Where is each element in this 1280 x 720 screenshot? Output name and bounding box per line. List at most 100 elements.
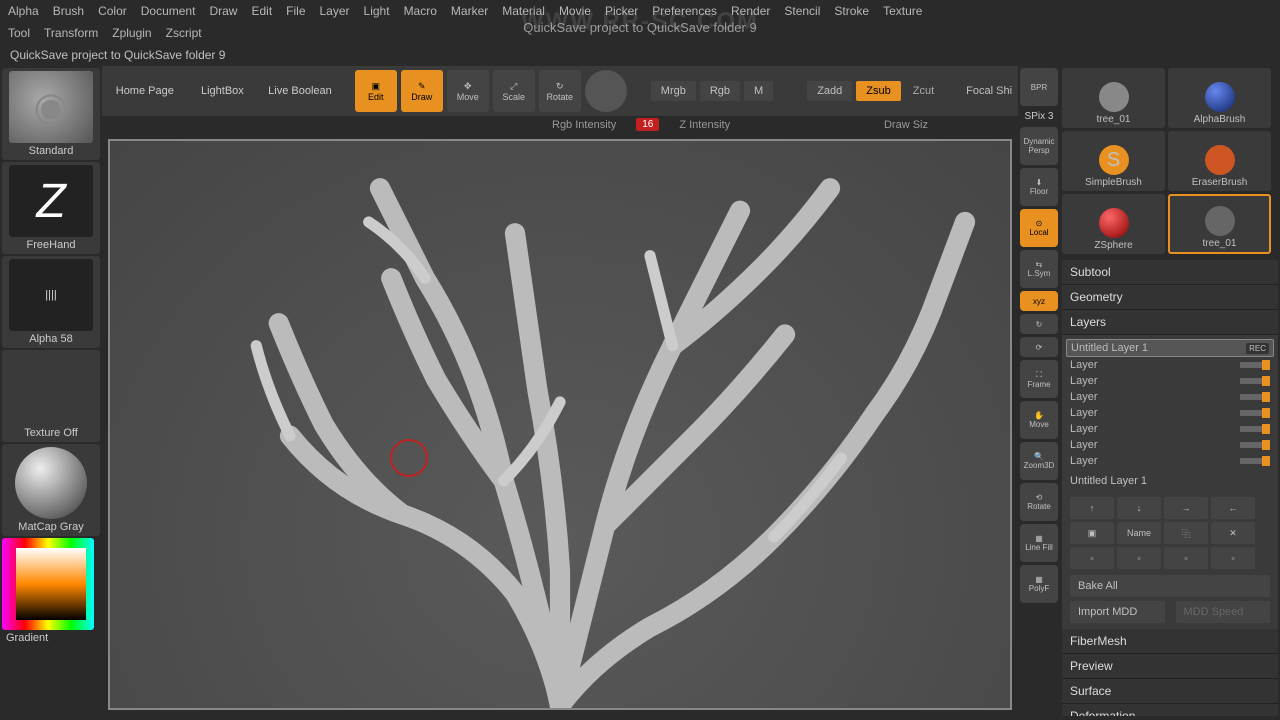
polyf-icon: ▦ bbox=[1035, 575, 1043, 584]
gradient-label[interactable]: Gradient bbox=[2, 632, 100, 644]
menu-tool[interactable]: Tool bbox=[8, 26, 30, 40]
menu-file[interactable]: File bbox=[286, 4, 305, 18]
lsym-button[interactable]: ⇆L.Sym bbox=[1020, 250, 1058, 288]
draw-button[interactable]: ✎Draw bbox=[401, 70, 443, 112]
xyz-button[interactable]: xyz bbox=[1020, 291, 1058, 311]
layer-del[interactable]: ✕ bbox=[1211, 522, 1255, 544]
move-viewport-button[interactable]: ✋Move bbox=[1020, 401, 1058, 439]
polyf-button[interactable]: ▦PolyF bbox=[1020, 565, 1058, 603]
layer-opt1[interactable]: ▫ bbox=[1070, 547, 1114, 569]
liveboolean-button[interactable]: Live Boolean bbox=[263, 77, 337, 105]
layer-item[interactable]: Layer bbox=[1066, 389, 1274, 405]
swatch-tree01[interactable]: tree_01 bbox=[1062, 68, 1165, 128]
layer-item[interactable]: Layer bbox=[1066, 373, 1274, 389]
m-button[interactable]: M bbox=[744, 81, 773, 101]
zcut-button[interactable]: Zcut bbox=[905, 81, 942, 101]
sym-icon: ⇆ bbox=[1036, 260, 1043, 269]
layer-opt3[interactable]: ▫ bbox=[1164, 547, 1208, 569]
menu-zplugin[interactable]: Zplugin bbox=[112, 26, 151, 40]
swatch-zsphere[interactable]: ZSphere bbox=[1062, 194, 1165, 254]
viewport[interactable] bbox=[108, 139, 1012, 710]
rotate-viewport-button[interactable]: ⟲Rotate bbox=[1020, 483, 1058, 521]
menu-draw[interactable]: Draw bbox=[209, 4, 237, 18]
mdd-speed-button[interactable]: MDD Speed bbox=[1176, 601, 1271, 623]
layer-dup[interactable]: ⿻ bbox=[1164, 522, 1208, 544]
linefill-button[interactable]: ▦Line Fill bbox=[1020, 524, 1058, 562]
home-page-button[interactable]: Home Page bbox=[108, 77, 182, 105]
floor-button[interactable]: ⬇Floor bbox=[1020, 168, 1058, 206]
spix-label[interactable]: SPix 3 bbox=[1020, 109, 1058, 124]
menu-transform[interactable]: Transform bbox=[44, 26, 98, 40]
color-picker[interactable] bbox=[2, 538, 94, 630]
fibermesh-panel[interactable]: FiberMesh bbox=[1062, 629, 1278, 654]
lightbox-button[interactable]: LightBox bbox=[186, 77, 260, 105]
material-selector[interactable]: MatCap Gray bbox=[2, 444, 100, 536]
bpr-button[interactable]: BPR bbox=[1020, 68, 1058, 106]
local-button[interactable]: ⊙Local bbox=[1020, 209, 1058, 247]
subtool-panel[interactable]: Subtool bbox=[1062, 260, 1278, 285]
layer-name-button[interactable]: Name bbox=[1117, 522, 1161, 544]
layer-nav-down[interactable]: ↓ bbox=[1117, 497, 1161, 519]
refresh-button[interactable]: ⟳ bbox=[1020, 337, 1058, 357]
menu-macro[interactable]: Macro bbox=[404, 4, 437, 18]
layer-opt4[interactable]: ▫ bbox=[1211, 547, 1255, 569]
zoom3d-button[interactable]: 🔍Zoom3D bbox=[1020, 442, 1058, 480]
dynamic-button[interactable]: DynamicPersp bbox=[1020, 127, 1058, 165]
layer-item[interactable]: Layer bbox=[1066, 453, 1274, 469]
layer-nav-back[interactable]: ← bbox=[1211, 497, 1255, 519]
edit-button[interactable]: ▣Edit bbox=[355, 70, 397, 112]
geometry-panel[interactable]: Geometry bbox=[1062, 285, 1278, 310]
swatch-alphabrush[interactable]: AlphaBrush bbox=[1168, 68, 1271, 128]
swatch-tree01-selected[interactable]: tree_01 bbox=[1168, 194, 1271, 254]
preview-panel[interactable]: Preview bbox=[1062, 654, 1278, 679]
layer-opt2[interactable]: ▫ bbox=[1117, 547, 1161, 569]
alpha-selector[interactable]: |||| Alpha 58 bbox=[2, 256, 100, 348]
menu-edit[interactable]: Edit bbox=[251, 4, 272, 18]
menu-brush[interactable]: Brush bbox=[53, 4, 84, 18]
rgb-button[interactable]: Rgb bbox=[700, 81, 740, 101]
layer-item[interactable]: Layer bbox=[1066, 405, 1274, 421]
menu-texture[interactable]: Texture bbox=[883, 4, 922, 18]
scale-button[interactable]: ⤢Scale bbox=[493, 70, 535, 112]
watermark: WWW.RR-SC.COM bbox=[521, 8, 759, 36]
axis-button[interactable]: ↻ bbox=[1020, 314, 1058, 334]
import-mdd-button[interactable]: Import MDD bbox=[1070, 601, 1165, 623]
menu-light[interactable]: Light bbox=[364, 4, 390, 18]
surface-panel[interactable]: Surface bbox=[1062, 679, 1278, 704]
brush-selector[interactable]: ◉ Standard bbox=[2, 68, 100, 160]
layer-item[interactable]: Layer bbox=[1066, 357, 1274, 373]
rgb-intensity-label[interactable]: Rgb Intensity bbox=[552, 119, 616, 131]
zadd-button[interactable]: Zadd bbox=[807, 81, 852, 101]
frame-button[interactable]: ⛶Frame bbox=[1020, 360, 1058, 398]
layers-panel-header[interactable]: Layers bbox=[1062, 310, 1278, 335]
layer-new[interactable]: ▣ bbox=[1070, 522, 1114, 544]
menu-color[interactable]: Color bbox=[98, 4, 127, 18]
layer-item[interactable]: Layer bbox=[1066, 437, 1274, 453]
menu-stencil[interactable]: Stencil bbox=[784, 4, 820, 18]
layer-nav-fwd[interactable]: → bbox=[1164, 497, 1208, 519]
swatch-simplebrush[interactable]: SSimpleBrush bbox=[1062, 131, 1165, 191]
brush-cursor bbox=[390, 439, 428, 477]
layer-item[interactable]: Layer bbox=[1066, 421, 1274, 437]
menu-zscript[interactable]: Zscript bbox=[166, 26, 202, 40]
menu-layer[interactable]: Layer bbox=[320, 4, 350, 18]
layer-nav-up[interactable]: ↑ bbox=[1070, 497, 1114, 519]
deformation-panel[interactable]: Deformation bbox=[1062, 704, 1278, 716]
zsub-button[interactable]: Zsub bbox=[856, 81, 900, 101]
draw-size-label[interactable]: Draw Siz bbox=[884, 119, 928, 131]
rotate-button[interactable]: ↻Rotate bbox=[539, 70, 581, 112]
menu-alpha[interactable]: Alpha bbox=[8, 4, 39, 18]
z-intensity-label[interactable]: Z Intensity bbox=[679, 119, 730, 131]
move-button[interactable]: ✥Move bbox=[447, 70, 489, 112]
gizmo-button[interactable] bbox=[585, 70, 627, 112]
swatch-eraserbrush[interactable]: EraserBrush bbox=[1168, 131, 1271, 191]
layer-selected[interactable]: Untitled Layer 1 REC bbox=[1066, 339, 1274, 357]
stroke-selector[interactable]: Z FreeHand bbox=[2, 162, 100, 254]
focal-label[interactable]: Focal Shi bbox=[966, 85, 1012, 97]
texture-selector[interactable]: Texture Off bbox=[2, 350, 100, 442]
mrgb-button[interactable]: Mrgb bbox=[651, 81, 696, 101]
menu-document[interactable]: Document bbox=[141, 4, 196, 18]
menu-marker[interactable]: Marker bbox=[451, 4, 488, 18]
menu-stroke[interactable]: Stroke bbox=[834, 4, 869, 18]
bake-all-button[interactable]: Bake All bbox=[1070, 575, 1270, 597]
